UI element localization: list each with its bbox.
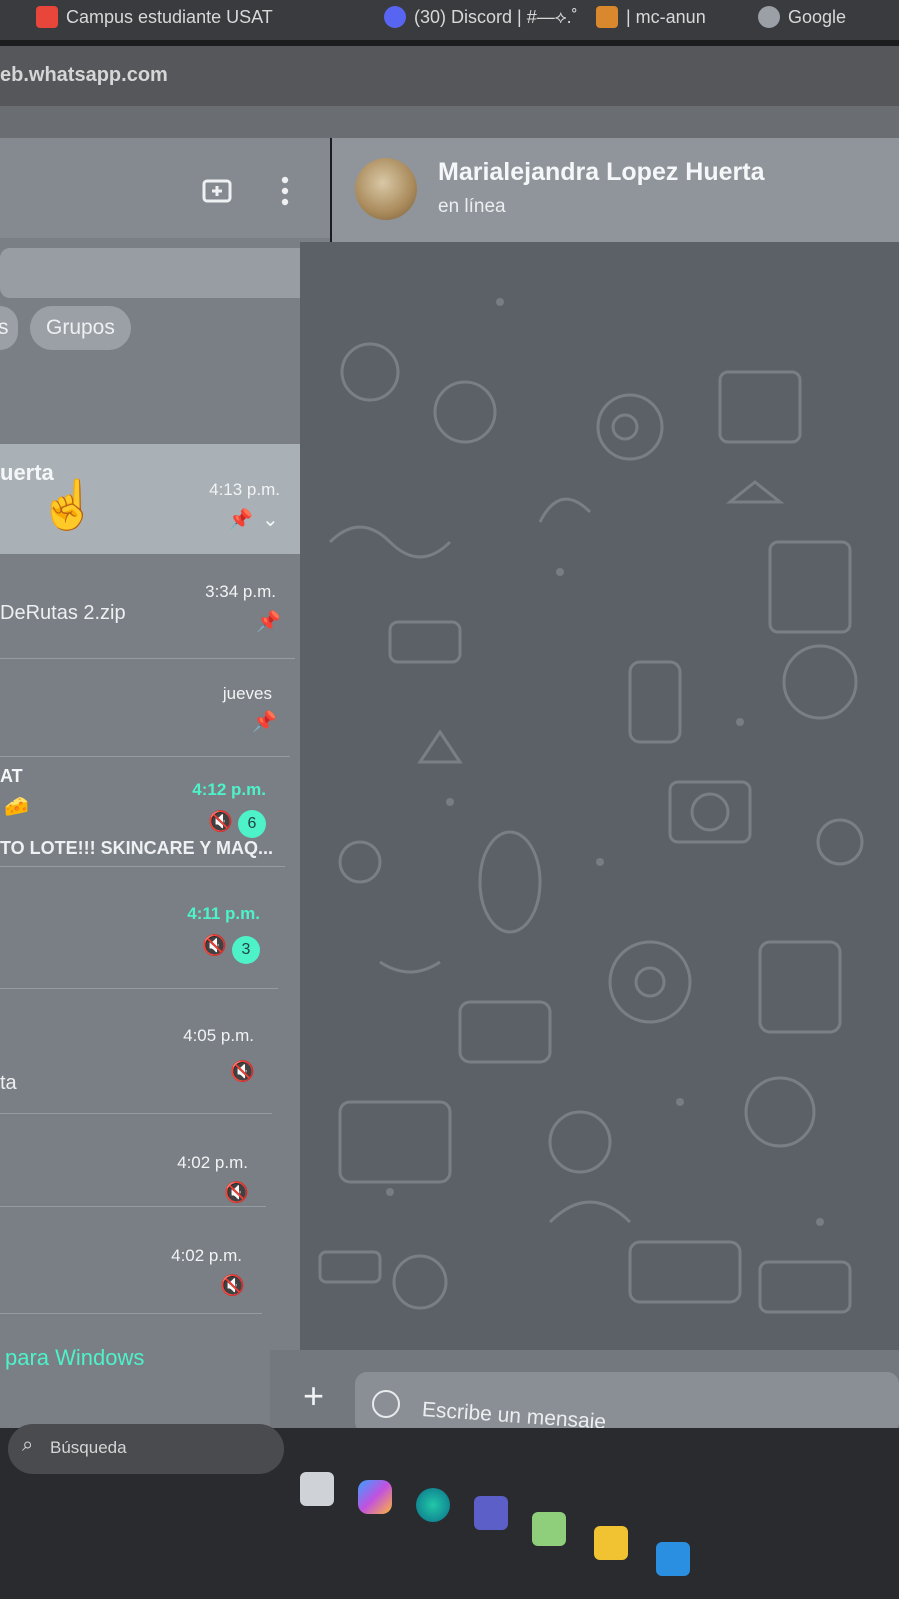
chat-list-item[interactable]: 4:02 p.m. 🔇 xyxy=(0,1216,300,1306)
muted-icon: 🔇 xyxy=(220,1275,245,1297)
chat-snippet: ta xyxy=(0,1072,17,1094)
tab-campus-usat[interactable]: Campus estudiante USAT xyxy=(36,4,273,30)
tab-google[interactable]: Google xyxy=(758,4,846,30)
chat-list-sidebar: s Grupos uerta 4:13 p.m. 📌 ⌄ DeRutas 2.z… xyxy=(0,138,330,1428)
chat-snippet: DeRutas 2.zip xyxy=(0,602,126,624)
chat-time: 4:05 p.m. xyxy=(183,1026,254,1045)
chat-list-item[interactable]: 4:02 p.m. 🔇 xyxy=(0,1123,300,1213)
chat-snippet-secondary: TO LOTE!!! SKINCARE Y MAQ... xyxy=(0,838,274,858)
muted-icon: 🔇 xyxy=(224,1182,249,1204)
divider xyxy=(0,1206,266,1207)
unread-badge: 3 xyxy=(232,936,260,964)
new-chat-icon[interactable] xyxy=(202,178,232,208)
chat-list-item[interactable]: AT 🧀 TO LOTE!!! SKINCARE Y MAQ... 4:12 p… xyxy=(0,760,300,880)
avatar[interactable] xyxy=(355,158,417,220)
campus-favicon-icon xyxy=(36,6,58,28)
download-for-windows-link[interactable]: para Windows xyxy=(5,1345,144,1371)
filter-chip-partial[interactable]: s xyxy=(0,306,18,350)
divider xyxy=(0,1313,262,1314)
notepad-icon[interactable] xyxy=(532,1512,566,1546)
hand-cursor-icon: ☝ xyxy=(38,479,98,532)
mc-favicon-icon xyxy=(596,6,618,28)
bookmarks-strip xyxy=(0,106,899,138)
pin-icon: 📌 xyxy=(256,611,281,633)
copilot-icon[interactable] xyxy=(358,1480,392,1514)
chat-time: 4:12 p.m. xyxy=(192,780,266,799)
unread-badge: 6 xyxy=(238,810,266,838)
divider xyxy=(0,658,295,659)
chip-label: s xyxy=(0,316,9,339)
chat-time: 4:02 p.m. xyxy=(171,1246,242,1265)
pin-icon: 📌 xyxy=(228,509,253,531)
tab-label: (30) Discord | #—⟡.˚ xyxy=(414,6,578,27)
doodle-pattern xyxy=(318,298,864,1314)
divider xyxy=(0,1113,272,1114)
google-favicon-icon xyxy=(758,6,780,28)
chevron-down-icon[interactable]: ⌄ xyxy=(262,510,279,530)
chat-list-item[interactable]: jueves 📌 xyxy=(0,668,300,758)
chat-time: 4:11 p.m. xyxy=(187,904,260,923)
attach-plus-icon[interactable]: + xyxy=(303,1375,324,1417)
file-explorer-icon[interactable] xyxy=(300,1472,334,1506)
chat-header[interactable] xyxy=(332,138,899,242)
contact-status: en línea xyxy=(438,196,506,217)
chat-wallpaper xyxy=(300,242,899,1352)
muted-icon: 🔇 xyxy=(230,1061,255,1083)
chat-time: 4:13 p.m. xyxy=(209,480,280,499)
chip-label: Grupos xyxy=(46,316,115,339)
contact-name[interactable]: Marialejandra Lopez Huerta xyxy=(438,158,764,187)
tab-discord[interactable]: (30) Discord | #—⟡.˚ xyxy=(384,4,578,30)
url-text[interactable]: eb.whatsapp.com xyxy=(0,64,168,87)
divider xyxy=(0,866,285,867)
vscode-icon[interactable] xyxy=(656,1542,690,1576)
muted-icon: 🔇 xyxy=(208,811,233,833)
folder-icon[interactable] xyxy=(594,1526,628,1560)
chat-time: jueves xyxy=(222,684,272,703)
tab-label: Google xyxy=(788,6,847,27)
chat-time: 3:34 p.m. xyxy=(205,582,276,601)
edge-icon[interactable] xyxy=(416,1488,450,1522)
filter-chip-groups[interactable]: Grupos xyxy=(30,306,131,350)
taskbar-search-label: Búsqueda xyxy=(50,1438,127,1457)
tab-mc-anun[interactable]: | mc-anun xyxy=(596,4,706,30)
search-icon: ⌕ xyxy=(22,1434,34,1456)
chat-list-item[interactable]: DeRutas 2.zip 3:34 p.m. 📌 xyxy=(0,568,300,658)
discord-favicon-icon xyxy=(384,6,406,28)
chat-snippet: 🧀 xyxy=(4,796,29,818)
tab-label: Campus estudiante USAT xyxy=(66,6,273,27)
divider xyxy=(0,756,290,757)
teams-icon[interactable] xyxy=(474,1496,508,1530)
muted-icon: 🔇 xyxy=(202,935,227,957)
divider xyxy=(0,988,278,989)
pin-icon: 📌 xyxy=(252,711,277,733)
tab-label: | mc-anun xyxy=(626,6,706,27)
emoji-icon[interactable] xyxy=(372,1390,400,1418)
chat-name: AT xyxy=(0,766,23,786)
chat-list-item[interactable]: 4:11 p.m. 🔇 3 xyxy=(0,878,300,988)
chat-time: 4:02 p.m. xyxy=(177,1153,248,1172)
menu-kebab-icon[interactable] xyxy=(280,176,290,210)
search-input[interactable] xyxy=(0,248,310,298)
chat-list-item[interactable]: ta 4:05 p.m. 🔇 xyxy=(0,998,300,1108)
